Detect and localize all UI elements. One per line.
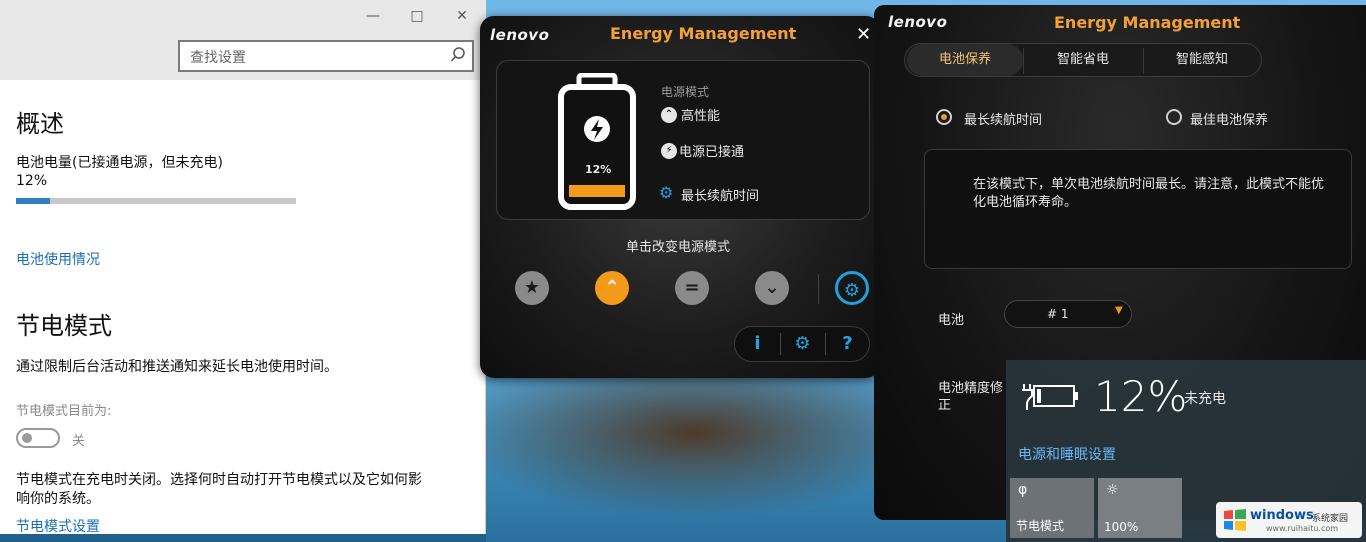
double-chevron-up-icon: ⌃: [661, 107, 677, 123]
minimize-button[interactable]: —: [362, 6, 384, 26]
star-mode-button[interactable]: ★: [515, 271, 549, 305]
settings-header: — □ ✕ 查找设置: [0, 0, 486, 80]
mode-description-box: 在该模式下，单次电池续航时间最长。请注意，此模式不能优化电池循环寿命。: [924, 149, 1352, 269]
battery-usage-link[interactable]: 电池使用情况: [16, 249, 100, 269]
tab-smart-sense[interactable]: 智能感知: [1143, 44, 1261, 76]
energy-management-title: Energy Management: [610, 24, 797, 43]
battery-percent: 12%: [16, 173, 48, 189]
flyout-charge-state: 未充电: [1184, 391, 1226, 407]
help-icon[interactable]: ?: [825, 327, 870, 361]
lightning-icon: ⚡: [661, 143, 677, 159]
sun-icon: ☼: [1106, 482, 1119, 498]
brightness-tile[interactable]: ☼ 100%: [1098, 478, 1182, 538]
toggle-knob: [22, 433, 32, 443]
lenovo-logo: lenovo: [888, 13, 948, 31]
tab-battery-care[interactable]: 电池保养: [907, 44, 1023, 76]
longest-runtime-radio[interactable]: [936, 109, 952, 125]
close-button[interactable]: ✕: [451, 6, 473, 26]
settings-gear-icon[interactable]: ⚙: [780, 327, 825, 361]
best-battery-care-radio[interactable]: [1166, 109, 1182, 125]
battery-saver-settings-link[interactable]: 节电模式设置: [16, 516, 100, 536]
flyout-battery-percent: 12%: [1094, 372, 1188, 421]
watermark-url: www.ruihaitu.com: [1266, 524, 1339, 533]
search-placeholder: 查找设置: [190, 50, 246, 66]
watermark-cn: 系统家园: [1312, 514, 1349, 524]
calibration-label-line2: 正: [938, 398, 952, 413]
battery-saver-tile[interactable]: φ 节电模式: [1010, 478, 1094, 538]
bottom-toolbar: i ⚙ ?: [734, 326, 870, 362]
lenovo-logo: lenovo: [490, 26, 550, 44]
power-sleep-settings-link[interactable]: 电源和睡眠设置: [1018, 444, 1116, 464]
battery-select-value: # 1: [1047, 307, 1069, 321]
best-battery-care-label: 最佳电池保养: [1190, 113, 1269, 128]
battery-saver-status-label: 节电模式目前为:: [16, 404, 112, 419]
longest-runtime-label: 最长续航时间: [964, 113, 1043, 128]
battery-label: 电池: [938, 313, 965, 328]
battery-saver-note-line2: 响你的系统。: [16, 491, 100, 507]
tab-smart-saving[interactable]: 智能省电: [1023, 44, 1143, 76]
battery-progress-bar: [16, 198, 296, 204]
brightness-tile-label: 100%: [1104, 520, 1139, 534]
gear-icon: ⚙: [659, 183, 674, 202]
battery-saver-toggle-label: 关: [72, 434, 86, 449]
status-panel: 12% 电源模式 ⌃ 高性能 ⚡ 电源已接通 ⚙ 最长续航时间: [496, 60, 870, 220]
battery-level-label: 电池电量(已接通电源，但未充电): [16, 155, 223, 171]
search-icon: [450, 47, 465, 62]
profile-name: 最长续航时间: [681, 189, 760, 204]
battery-saver-toggle[interactable]: [16, 428, 60, 448]
mode-description: 在该模式下，单次电池续航时间最长。请注意，此模式不能优化电池循环寿命。: [973, 177, 1325, 210]
tab-bar: 电池保养 智能省电 智能感知: [904, 43, 1262, 77]
power-saver-mode-button[interactable]: ⌄: [755, 271, 789, 305]
power-state: 电源已接通: [679, 145, 745, 160]
info-icon[interactable]: i: [735, 327, 780, 361]
search-input[interactable]: 查找设置: [178, 40, 474, 72]
battery-saver-heading: 节电模式: [16, 312, 112, 340]
site-watermark: windows 系统家园 www.ruihaitu.com: [1216, 502, 1362, 538]
battery-icon: [558, 73, 636, 210]
battery-saver-tile-label: 节电模式: [1016, 519, 1065, 533]
battery-percent-label: 12%: [585, 163, 612, 176]
power-mode-value: 高性能: [681, 109, 721, 124]
power-mode-label: 电源模式: [661, 85, 710, 99]
maximize-button[interactable]: □: [406, 6, 428, 26]
overview-heading: 概述: [16, 110, 64, 138]
battery-saver-note-line1: 节电模式在充电时关闭。选择何时自动打开节电模式以及它如何影: [16, 472, 422, 488]
energy-management-compact-window: lenovo Energy Management ✕ 12% 电源模式 ⌃ 高性…: [480, 16, 880, 378]
settings-window: — □ ✕ 查找设置 概述 电池电量(已接通电源，但未充电) 12% 电池使用情…: [0, 0, 486, 536]
plugged-battery-icon: [1022, 384, 1078, 410]
change-mode-hint: 单击改变电源模式: [626, 240, 731, 255]
energy-management-title: Energy Management: [1054, 13, 1241, 32]
battery-select[interactable]: # 1 ▼: [1004, 300, 1132, 328]
leaf-icon: φ: [1018, 482, 1028, 498]
windows-logo-icon: [1224, 509, 1246, 531]
close-icon[interactable]: ✕: [856, 24, 871, 45]
chevron-down-icon: ▼: [1115, 305, 1123, 316]
custom-mode-gear-button[interactable]: ⚙: [835, 271, 869, 305]
high-performance-mode-button[interactable]: ⌃: [595, 271, 629, 305]
battery-progress-fill: [16, 198, 50, 204]
battery-saver-description: 通过限制后台活动和推送通知来延长电池使用时间。: [16, 359, 338, 375]
balanced-mode-button[interactable]: =: [675, 271, 709, 305]
divider: [818, 274, 819, 304]
watermark-brand: windows: [1250, 508, 1314, 523]
